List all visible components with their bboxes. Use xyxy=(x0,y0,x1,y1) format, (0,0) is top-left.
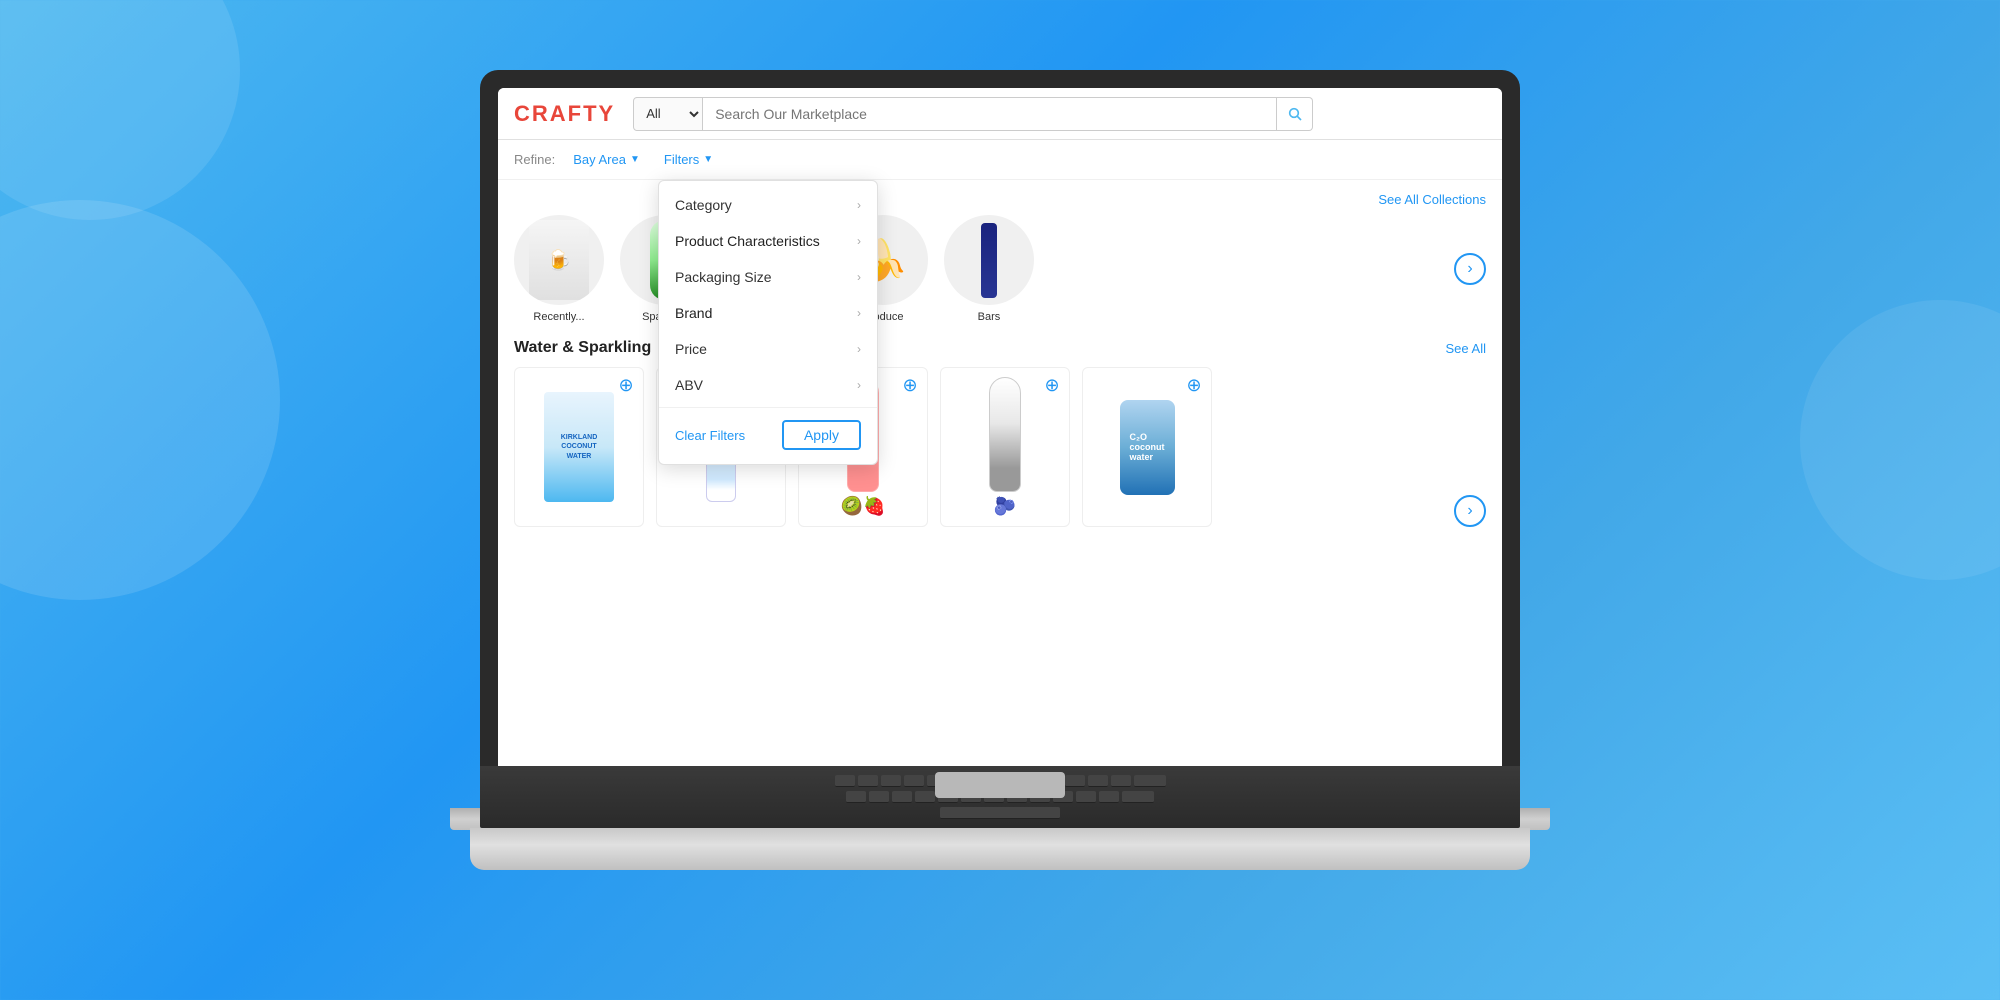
collection-circle-bars xyxy=(944,215,1034,305)
key xyxy=(904,775,924,787)
dropdown-item-brand[interactable]: Brand › xyxy=(659,295,877,331)
key-backspace xyxy=(1134,775,1166,787)
dropdown-actions: Clear Filters Apply xyxy=(659,412,877,458)
collections-next-arrow[interactable]: › xyxy=(1454,253,1486,285)
key xyxy=(892,791,912,803)
dropdown-item-product-characteristics[interactable]: Product Characteristics › xyxy=(659,223,877,259)
dropdown-divider xyxy=(659,407,877,408)
clear-filters-button[interactable]: Clear Filters xyxy=(675,428,745,443)
key xyxy=(1111,775,1131,787)
filters-dropdown: Category › Product Characteristics › Pac… xyxy=(658,180,878,465)
product-img-hint-sparkling-group: 🫐 xyxy=(989,377,1021,517)
location-label: Bay Area xyxy=(573,152,626,167)
key xyxy=(915,791,935,803)
laptop-frame: CRAFTY All Refine: xyxy=(450,70,1550,930)
brand-label: Brand xyxy=(675,305,712,321)
add-hint-sparkling-button[interactable]: ⊕ xyxy=(1041,374,1063,396)
product-char-chevron-icon: › xyxy=(857,234,861,248)
dropdown-item-abv[interactable]: ABV › xyxy=(659,367,877,403)
product-img-kirkland: KIRKLANDCOCONUTWATER xyxy=(544,392,614,502)
collection-circle-recently: 🍺 xyxy=(514,215,604,305)
brand-chevron-icon: › xyxy=(857,306,861,320)
search-category-select[interactable]: All xyxy=(633,97,703,131)
key xyxy=(881,775,901,787)
dropdown-item-packaging-size[interactable]: Packaging Size › xyxy=(659,259,877,295)
laptop-touchpad xyxy=(935,772,1065,798)
dropdown-item-category[interactable]: Category › xyxy=(659,187,877,223)
apply-button[interactable]: Apply xyxy=(782,420,861,450)
key xyxy=(835,775,855,787)
brand-logo: CRAFTY xyxy=(514,101,615,127)
collection-label-bars: Bars xyxy=(978,311,1001,323)
key-enter xyxy=(1122,791,1154,803)
product-card-hint-sparkling[interactable]: ⊕ 🫐 xyxy=(940,367,1070,527)
product-img-hint-sparkling xyxy=(989,377,1021,492)
add-c2o-button[interactable]: ⊕ xyxy=(1183,374,1205,396)
collection-item-recently[interactable]: 🍺 Recently... xyxy=(514,215,604,323)
add-hint-button[interactable]: ⊕ xyxy=(899,374,921,396)
key xyxy=(1088,775,1108,787)
filters-arrow-icon: ▼ xyxy=(703,154,713,165)
abv-chevron-icon: › xyxy=(857,378,861,392)
key xyxy=(846,791,866,803)
category-label: Category xyxy=(675,197,732,213)
products-next-arrow[interactable]: › xyxy=(1454,495,1486,527)
sparkling-fruit-icon: 🫐 xyxy=(994,496,1016,517)
refine-bar: Refine: Bay Area ▼ Filters ▼ Category › xyxy=(498,140,1502,180)
dropdown-item-price[interactable]: Price › xyxy=(659,331,877,367)
search-button[interactable] xyxy=(1277,97,1313,131)
packaging-chevron-icon: › xyxy=(857,270,861,284)
laptop-bottom xyxy=(470,828,1530,870)
price-label: Price xyxy=(675,341,707,357)
key xyxy=(1065,775,1085,787)
keyboard-row-3 xyxy=(940,807,1060,819)
water-sparkling-see-all[interactable]: See All xyxy=(1446,341,1486,356)
key xyxy=(1099,791,1119,803)
product-img-c2o: C₂Ococonutwater xyxy=(1120,400,1175,495)
location-arrow-icon: ▼ xyxy=(630,154,640,165)
screen-content: CRAFTY All Refine: xyxy=(498,88,1502,770)
product-card-c2o[interactable]: ⊕ C₂Ococonutwater xyxy=(1082,367,1212,527)
filters-label: Filters xyxy=(664,152,699,167)
filters-btn[interactable]: Filters ▼ xyxy=(658,149,719,170)
category-chevron-icon: › xyxy=(857,198,861,212)
add-kirkland-button[interactable]: ⊕ xyxy=(615,374,637,396)
search-input[interactable] xyxy=(703,97,1277,131)
location-filter-btn[interactable]: Bay Area ▼ xyxy=(567,149,646,170)
key xyxy=(869,791,889,803)
search-icon xyxy=(1287,106,1303,122)
app-header: CRAFTY All xyxy=(498,88,1502,140)
hint-fruit-icon: 🥝🍓 xyxy=(841,496,886,517)
product-card-kirkland[interactable]: ⊕ KIRKLANDCOCONUTWATER xyxy=(514,367,644,527)
refine-label: Refine: xyxy=(514,152,555,167)
screen-border: CRAFTY All Refine: xyxy=(480,70,1520,770)
key xyxy=(1076,791,1096,803)
collection-img-bars xyxy=(981,223,997,298)
abv-label: ABV xyxy=(675,377,703,393)
collection-item-bars[interactable]: Bars xyxy=(944,215,1034,323)
key-space xyxy=(940,807,1060,819)
search-bar: All xyxy=(633,97,1313,131)
price-chevron-icon: › xyxy=(857,342,861,356)
water-sparkling-title: Water & Sparkling xyxy=(514,339,651,357)
collection-img-recently: 🍺 xyxy=(529,220,589,300)
product-characteristics-label: Product Characteristics xyxy=(675,233,820,249)
content-area: See All Collections 🍺 Recently... xyxy=(498,180,1502,539)
packaging-size-label: Packaging Size xyxy=(675,269,772,285)
see-all-collections-link[interactable]: See All Collections xyxy=(1378,192,1486,207)
key xyxy=(858,775,878,787)
collection-label-recently: Recently... xyxy=(533,311,584,323)
